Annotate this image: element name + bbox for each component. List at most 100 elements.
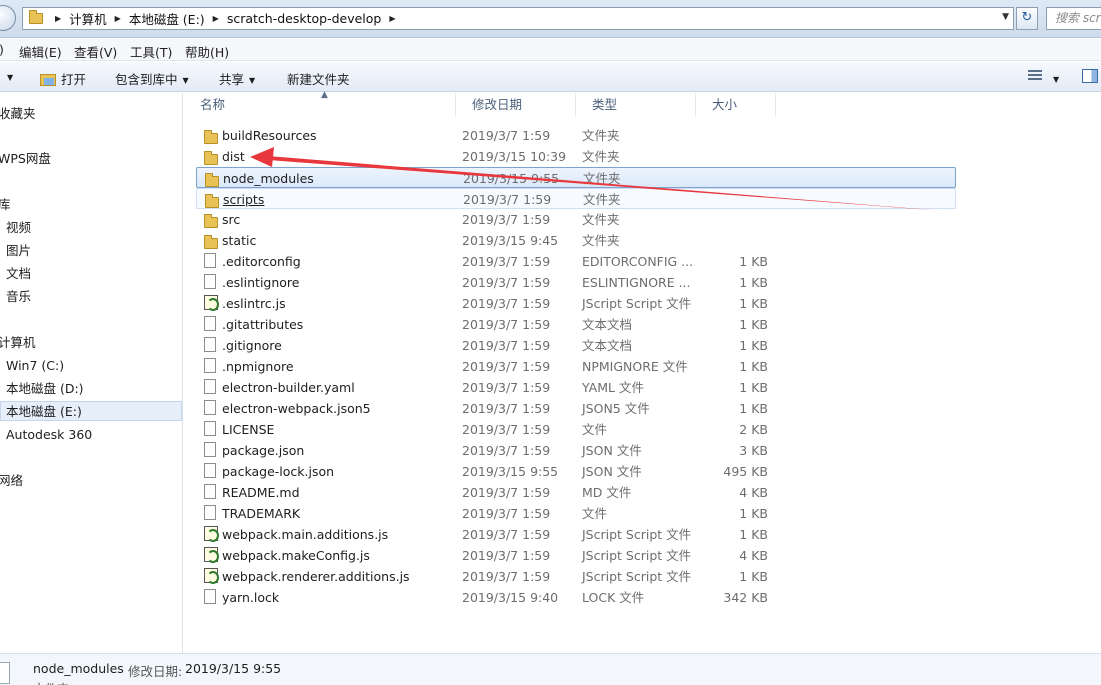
nav-wps[interactable]: WPS网盘: [0, 149, 180, 169]
nav-pictures[interactable]: 图片: [6, 241, 182, 261]
nav-music[interactable]: 音乐: [6, 287, 182, 307]
column-header-size[interactable]: 大小: [696, 93, 776, 117]
organize-caret-icon[interactable]: ▼: [2, 69, 13, 84]
file-type: EDITORCONFIG ...: [582, 254, 694, 269]
status-date-label: 修改日期:: [128, 664, 183, 679]
nav-network[interactable]: 网络: [0, 471, 180, 491]
file-type: LOCK 文件: [582, 590, 645, 605]
refresh-button[interactable]: ↻: [1016, 7, 1038, 30]
nav-drive-e[interactable]: 本地磁盘 (E:): [0, 401, 182, 421]
chevron-right-icon[interactable]: ▶: [55, 14, 61, 23]
file-row[interactable]: .eslintrc.js 2019/3/7 1:59 JScript Script …: [196, 293, 956, 314]
nav-videos[interactable]: 视频: [6, 218, 182, 238]
file-row[interactable]: LICENSE 2019/3/7 1:59 文件 2 KB: [196, 419, 956, 440]
file-row[interactable]: dist 2019/3/15 10:39 文件夹: [196, 146, 956, 167]
file-type: 文件: [582, 506, 608, 521]
chevron-right-icon[interactable]: ▶: [213, 14, 219, 23]
file-name: webpack.renderer.additions.js: [222, 569, 410, 584]
folder-icon: [205, 173, 219, 187]
menu-view[interactable]: 查看(V): [74, 42, 117, 61]
file-name: package.json: [222, 443, 305, 458]
chevron-down-icon[interactable]: ▼: [1002, 12, 1009, 22]
breadcrumb-project[interactable]: scratch-desktop-develop: [227, 11, 382, 26]
nav-autodesk[interactable]: Autodesk 360: [6, 425, 182, 445]
nav-libraries[interactable]: 库: [0, 195, 180, 215]
js-file-icon: [204, 547, 219, 563]
nav-documents[interactable]: 文档: [6, 264, 182, 284]
file-name: yarn.lock: [222, 590, 280, 605]
file-size: 1 KB: [739, 401, 768, 416]
file-icon: [204, 379, 216, 394]
view-options-icon[interactable]: [1028, 70, 1042, 82]
file-name: .gitattributes: [222, 317, 304, 332]
file-row[interactable]: package.json 2019/3/7 1:59 JSON 文件 3 KB: [196, 440, 956, 461]
file-row[interactable]: static 2019/3/15 9:45 文件夹: [196, 230, 956, 251]
nav-computer[interactable]: 计算机: [0, 333, 180, 353]
file-row[interactable]: README.md 2019/3/7 1:59 MD 文件 4 KB: [196, 482, 956, 503]
file-row[interactable]: TRADEMARK 2019/3/7 1:59 文件 1 KB: [196, 503, 956, 524]
file-date: 2019/3/7 1:59: [462, 443, 551, 458]
file-date: 2019/3/7 1:59: [462, 380, 551, 395]
file-row[interactable]: scripts 2019/3/7 1:59 文件夹: [196, 188, 956, 209]
file-date: 2019/3/15 9:55: [462, 464, 559, 479]
file-row[interactable]: electron-webpack.json5 2019/3/7 1:59 JSON5…: [196, 398, 956, 419]
menu-file-edge[interactable]: ): [0, 42, 4, 57]
file-type: JSON 文件: [582, 464, 642, 479]
view-caret-icon[interactable]: ▼: [1053, 71, 1059, 86]
file-type: 文件夹: [582, 149, 620, 164]
file-type: YAML 文件: [582, 380, 644, 395]
file-date: 2019/3/7 1:59: [462, 128, 551, 143]
address-bar[interactable]: ▶ 计算机 ▶ 本地磁盘 (E:) ▶ scratch-desktop-deve…: [22, 7, 1014, 30]
open-button[interactable]: 打开: [40, 69, 86, 88]
file-date: 2019/3/7 1:59: [462, 401, 551, 416]
preview-pane-icon[interactable]: [1082, 69, 1098, 83]
file-name: scripts: [223, 192, 265, 207]
file-row[interactable]: webpack.renderer.additions.js 2019/3/7 1:…: [196, 566, 956, 587]
file-icon: [204, 505, 216, 520]
file-row[interactable]: node_modules 2019/3/15 9:55 文件夹: [196, 167, 956, 188]
forward-button[interactable]: [0, 5, 16, 31]
file-row[interactable]: .gitattributes 2019/3/7 1:59 文本文档 1 KB: [196, 314, 956, 335]
column-header-name[interactable]: 名称: [184, 93, 456, 117]
file-row[interactable]: webpack.makeConfig.js 2019/3/7 1:59 JScrip…: [196, 545, 956, 566]
menu-help[interactable]: 帮助(H): [185, 42, 229, 61]
nav-favorites[interactable]: 收藏夹: [0, 104, 180, 124]
file-row[interactable]: buildResources 2019/3/7 1:59 文件夹: [196, 125, 956, 146]
file-row[interactable]: .gitignore 2019/3/7 1:59 文本文档 1 KB: [196, 335, 956, 356]
new-folder-button[interactable]: 新建文件夹: [287, 69, 350, 88]
file-row[interactable]: webpack.main.additions.js 2019/3/7 1:59 JS…: [196, 524, 956, 545]
chevron-right-icon[interactable]: ▶: [115, 14, 121, 23]
file-row[interactable]: .editorconfig 2019/3/7 1:59 EDITORCONFIG .…: [196, 251, 956, 272]
command-toolbar: ▼ 打开 包含到库中 ▼ 共享 ▼ 新建文件夹 ▼: [0, 62, 1101, 92]
menu-edit[interactable]: 编辑(E): [19, 42, 62, 61]
file-row[interactable]: package-lock.json 2019/3/15 9:55 JSON 文件 49…: [196, 461, 956, 482]
file-name: node_modules: [223, 171, 314, 186]
file-row[interactable]: .eslintignore 2019/3/7 1:59 ESLINTIGNORE .…: [196, 272, 956, 293]
folder-icon: [205, 194, 219, 208]
file-type: 文本文档: [582, 317, 633, 332]
file-size: 1 KB: [739, 380, 768, 395]
breadcrumb-drive-e[interactable]: 本地磁盘 (E:): [129, 9, 205, 28]
open-folder-icon: [40, 74, 56, 86]
file-row[interactable]: yarn.lock 2019/3/15 9:40 LOCK 文件 342 KB: [196, 587, 956, 608]
nav-drive-d[interactable]: 本地磁盘 (D:): [6, 379, 182, 399]
file-row[interactable]: src 2019/3/7 1:59 文件夹: [196, 209, 956, 230]
folder-icon: [204, 130, 218, 144]
file-row[interactable]: electron-builder.yaml 2019/3/7 1:59 YAML 文…: [196, 377, 956, 398]
file-date: 2019/3/15 9:55: [463, 171, 560, 186]
breadcrumb-computer[interactable]: 计算机: [69, 9, 107, 28]
folder-icon: [29, 10, 43, 24]
chevron-right-icon[interactable]: ▶: [389, 14, 395, 23]
navigation-pane: 收藏夹 WPS网盘 库 视频 图片 文档 音乐 计算机 Win7 (C:) 本地…: [0, 93, 183, 653]
include-library-button[interactable]: 包含到库中 ▼: [115, 69, 189, 88]
menu-tools[interactable]: 工具(T): [130, 42, 172, 61]
file-type: JScript Script 文件: [582, 296, 692, 311]
column-header-type[interactable]: 类型: [576, 93, 696, 117]
file-row[interactable]: .npmignore 2019/3/7 1:59 NPMIGNORE 文件 1 KB: [196, 356, 956, 377]
search-input[interactable]: 搜索 scratch-desktop-develop: [1046, 7, 1101, 30]
nav-drive-c[interactable]: Win7 (C:): [6, 356, 182, 376]
file-name: .gitignore: [222, 338, 282, 353]
share-button[interactable]: 共享 ▼: [219, 69, 255, 88]
file-date: 2019/3/7 1:59: [462, 275, 551, 290]
column-header-date[interactable]: 修改日期: [456, 93, 576, 117]
